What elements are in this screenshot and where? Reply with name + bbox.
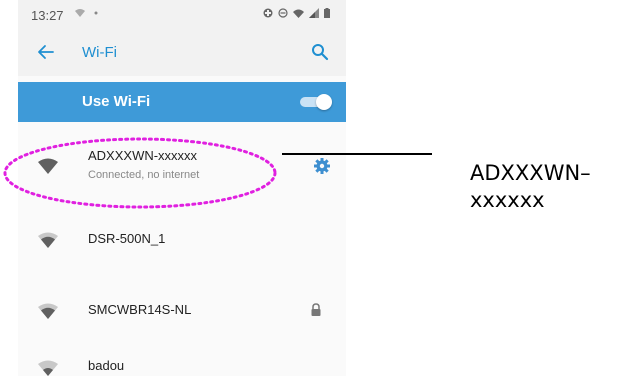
switch-thumb xyxy=(316,94,332,110)
callout-label-line1: ADXXXWN– xyxy=(470,161,591,185)
page-title: Wi-Fi xyxy=(82,44,117,61)
wifi-small-icon xyxy=(75,9,85,17)
app-bar: Wi-Fi xyxy=(18,32,346,76)
network-item-adxxxwn[interactable]: ADXXXWN-xxxxxx Connected, no internet xyxy=(18,138,346,190)
callout-label-line2: xxxxxx xyxy=(470,188,545,212)
callout-label: ADXXXWN– xxxxxx xyxy=(470,160,591,214)
wifi-switch[interactable] xyxy=(300,94,332,110)
network-item-dsr500n[interactable]: DSR-500N_1 xyxy=(18,212,346,264)
lock-icon xyxy=(311,303,321,316)
arrow-left-icon[interactable] xyxy=(34,40,58,64)
battery-icon xyxy=(324,8,330,18)
dnd-icon xyxy=(278,8,288,18)
dot-icon xyxy=(94,11,98,15)
network-name: SMCWBR14S-NL xyxy=(88,302,192,317)
data-saver-icon xyxy=(263,8,273,18)
wifi-icon xyxy=(38,158,58,174)
use-wifi-label: Use Wi-Fi xyxy=(82,93,151,110)
gear-icon[interactable] xyxy=(312,156,332,176)
status-time: 13:27 xyxy=(31,8,64,23)
callout-line xyxy=(282,153,432,155)
network-name: badou xyxy=(88,358,125,373)
status-bar: 13:27 xyxy=(18,0,346,32)
use-wifi-toggle-row[interactable]: Use Wi-Fi xyxy=(18,82,346,122)
cell-signal-icon xyxy=(309,8,319,18)
wifi-signal-icon xyxy=(293,9,304,18)
network-item-badou[interactable]: badou xyxy=(18,338,346,376)
wifi-icon xyxy=(38,360,58,376)
search-icon[interactable] xyxy=(308,40,332,64)
system-icons xyxy=(263,8,330,18)
wifi-icon xyxy=(38,232,58,248)
notification-icons xyxy=(75,9,100,20)
network-name: DSR-500N_1 xyxy=(88,231,166,246)
wifi-icon xyxy=(38,303,58,319)
phone-screen: 13:27 Wi-Fi Use Wi-Fi ADXXXWN-xxxxxx Con… xyxy=(18,0,346,376)
network-name: ADXXXWN-xxxxxx xyxy=(88,148,198,163)
network-item-smcwbr14s[interactable]: SMCWBR14S-NL xyxy=(18,283,346,335)
network-status: Connected, no internet xyxy=(88,169,200,181)
